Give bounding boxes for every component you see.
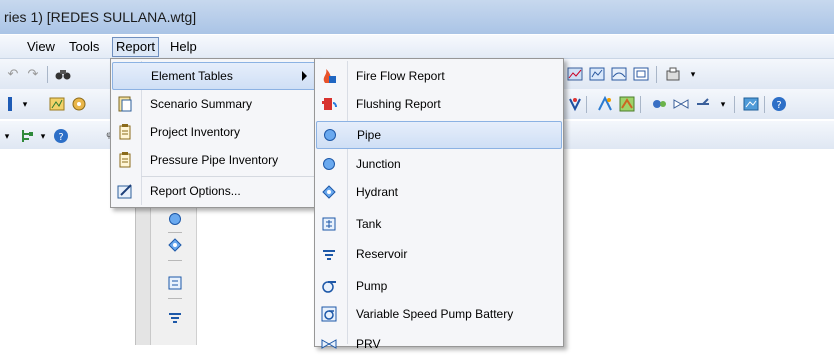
toolbar-separator	[764, 96, 765, 113]
submenu-arrow-icon	[302, 71, 307, 81]
redo-icon[interactable]: ↷	[24, 65, 42, 83]
toolbar-separator	[47, 66, 48, 83]
alternatives-icon[interactable]	[70, 95, 88, 113]
compute-icon[interactable]	[650, 95, 668, 113]
title-bar: ries 1) [REDES SULLANA.wtg]	[0, 0, 834, 34]
menu-item-report-options-label: Report Options...	[150, 184, 241, 198]
reservoir-icon	[320, 245, 338, 263]
graph-icon[interactable]	[566, 65, 584, 83]
menu-item-tank-label: Tank	[356, 217, 382, 231]
scenario-manager-icon[interactable]	[742, 95, 760, 113]
pump-icon	[320, 277, 338, 295]
menu-view-label: View	[27, 39, 55, 54]
svg-text:?: ?	[776, 100, 781, 111]
sidebar-divider	[168, 232, 182, 233]
menu-item-scenario-summary[interactable]: Scenario Summary	[112, 91, 316, 117]
menu-item-element-tables[interactable]: Element Tables	[112, 62, 316, 90]
vspb-icon	[320, 305, 338, 323]
menu-tools[interactable]: Tools	[69, 39, 99, 54]
menu-item-pressure-pipe-inventory-label: Pressure Pipe Inventory	[150, 153, 279, 167]
valve-icon[interactable]	[672, 95, 690, 113]
menu-item-flushing-report-label: Flushing Report	[356, 97, 441, 111]
menu-report-label: Report	[116, 39, 156, 54]
menu-item-variable-speed-pump-battery-label: Variable Speed Pump Battery	[356, 307, 514, 321]
menu-item-element-tables-label: Element Tables	[151, 69, 233, 83]
query-icon[interactable]	[596, 95, 614, 113]
menu-item-junction-label: Junction	[356, 157, 401, 171]
menu-item-pump-label: Pump	[356, 279, 388, 293]
tank-icon	[320, 215, 338, 233]
menu-item-pipe-label: Pipe	[357, 128, 382, 142]
menu-report[interactable]: Report	[112, 37, 160, 57]
menu-item-project-inventory[interactable]: Project Inventory	[112, 119, 316, 145]
chart-icon[interactable]	[588, 65, 606, 83]
menu-item-pressure-pipe-inventory[interactable]: Pressure Pipe Inventory	[112, 147, 316, 173]
menu-item-fire-flow-report-label: Fire Flow Report	[356, 69, 445, 83]
find-icon[interactable]	[54, 65, 72, 83]
menu-item-reservoir-label: Reservoir	[356, 247, 408, 261]
scenario-summary-icon	[116, 95, 134, 113]
pipe-icon	[321, 126, 339, 144]
undo-icon[interactable]: ↶	[4, 65, 22, 83]
menu-item-fire-flow-report[interactable]: Fire Flow Report	[316, 63, 562, 89]
menu-item-hydrant-label: Hydrant	[356, 185, 399, 199]
reservoir-tool-icon[interactable]	[166, 308, 184, 326]
junction-tool-icon[interactable]	[166, 210, 184, 228]
toolbar-overflow-icon[interactable]: ▾	[34, 127, 52, 145]
pressure-inventory-icon	[116, 151, 134, 169]
flushing-icon	[320, 95, 338, 113]
menu-item-reservoir[interactable]: Reservoir	[316, 241, 562, 267]
tank-tool-icon[interactable]	[166, 274, 184, 292]
menu-item-prv-label: PRV	[356, 337, 381, 351]
menu-item-variable-speed-pump-battery[interactable]: Variable Speed Pump Battery	[316, 301, 562, 327]
report-options-icon	[116, 182, 134, 200]
inventory-icon	[116, 123, 134, 141]
sidebar-divider	[168, 298, 182, 299]
toolbar-separator	[656, 66, 657, 83]
menu-item-report-options[interactable]: Report Options...	[112, 178, 316, 204]
menu-separator	[141, 176, 315, 177]
menu-view[interactable]: View	[27, 39, 55, 54]
hydrant-tool-icon[interactable]	[166, 236, 184, 254]
element-tables-submenu: Fire Flow Report Flushing Report Pipe Ju…	[314, 58, 564, 351]
menu-item-tank[interactable]: Tank	[316, 211, 562, 237]
prv-icon	[320, 335, 338, 353]
menu-item-hydrant[interactable]: Hydrant	[316, 179, 562, 205]
contour-icon[interactable]	[610, 65, 628, 83]
print-preview-icon[interactable]	[664, 65, 682, 83]
toolbar-overflow-icon[interactable]: ▾	[0, 127, 16, 145]
toolbar-separator	[586, 96, 587, 113]
lateral-icon[interactable]	[694, 95, 712, 113]
layout-icon[interactable]	[632, 65, 650, 83]
toolbar-overflow-icon[interactable]: ▾	[16, 95, 34, 113]
menu-item-junction[interactable]: Junction	[316, 151, 562, 177]
help-icon[interactable]: ?	[770, 95, 788, 113]
menu-help[interactable]: Help	[170, 39, 197, 54]
help-icon[interactable]: ?	[52, 127, 70, 145]
report-menu: Element Tables Scenario Summary Project …	[110, 58, 318, 208]
table-icon	[117, 67, 135, 85]
menu-item-flushing-report[interactable]: Flushing Report	[316, 91, 562, 117]
color-coding-icon[interactable]	[618, 95, 636, 113]
toolbar-overflow-icon[interactable]: ▾	[714, 95, 732, 113]
junction-icon	[320, 155, 338, 173]
scenario-icon[interactable]	[48, 95, 66, 113]
toolbar-separator	[734, 96, 735, 113]
menu-item-pipe[interactable]: Pipe	[316, 121, 562, 149]
toolbar-overflow-icon[interactable]: ▾	[684, 65, 702, 83]
hydrant-icon	[320, 183, 338, 201]
svg-text:?: ?	[58, 132, 63, 143]
window-title: ries 1) [REDES SULLANA.wtg]	[4, 9, 197, 25]
sidebar-divider	[168, 260, 182, 261]
menu-tools-label: Tools	[69, 39, 100, 54]
fire-flow-icon	[320, 67, 338, 85]
toolbar-separator	[640, 96, 641, 113]
menu-item-prv[interactable]: PRV	[316, 331, 562, 357]
menu-item-scenario-summary-label: Scenario Summary	[150, 97, 253, 111]
menu-item-project-inventory-label: Project Inventory	[150, 125, 241, 139]
menu-item-pump[interactable]: Pump	[316, 273, 562, 299]
network-navigator-icon[interactable]	[566, 95, 584, 113]
menu-bar: View Tools Report Help	[0, 35, 834, 59]
menu-help-label: Help	[170, 39, 197, 54]
